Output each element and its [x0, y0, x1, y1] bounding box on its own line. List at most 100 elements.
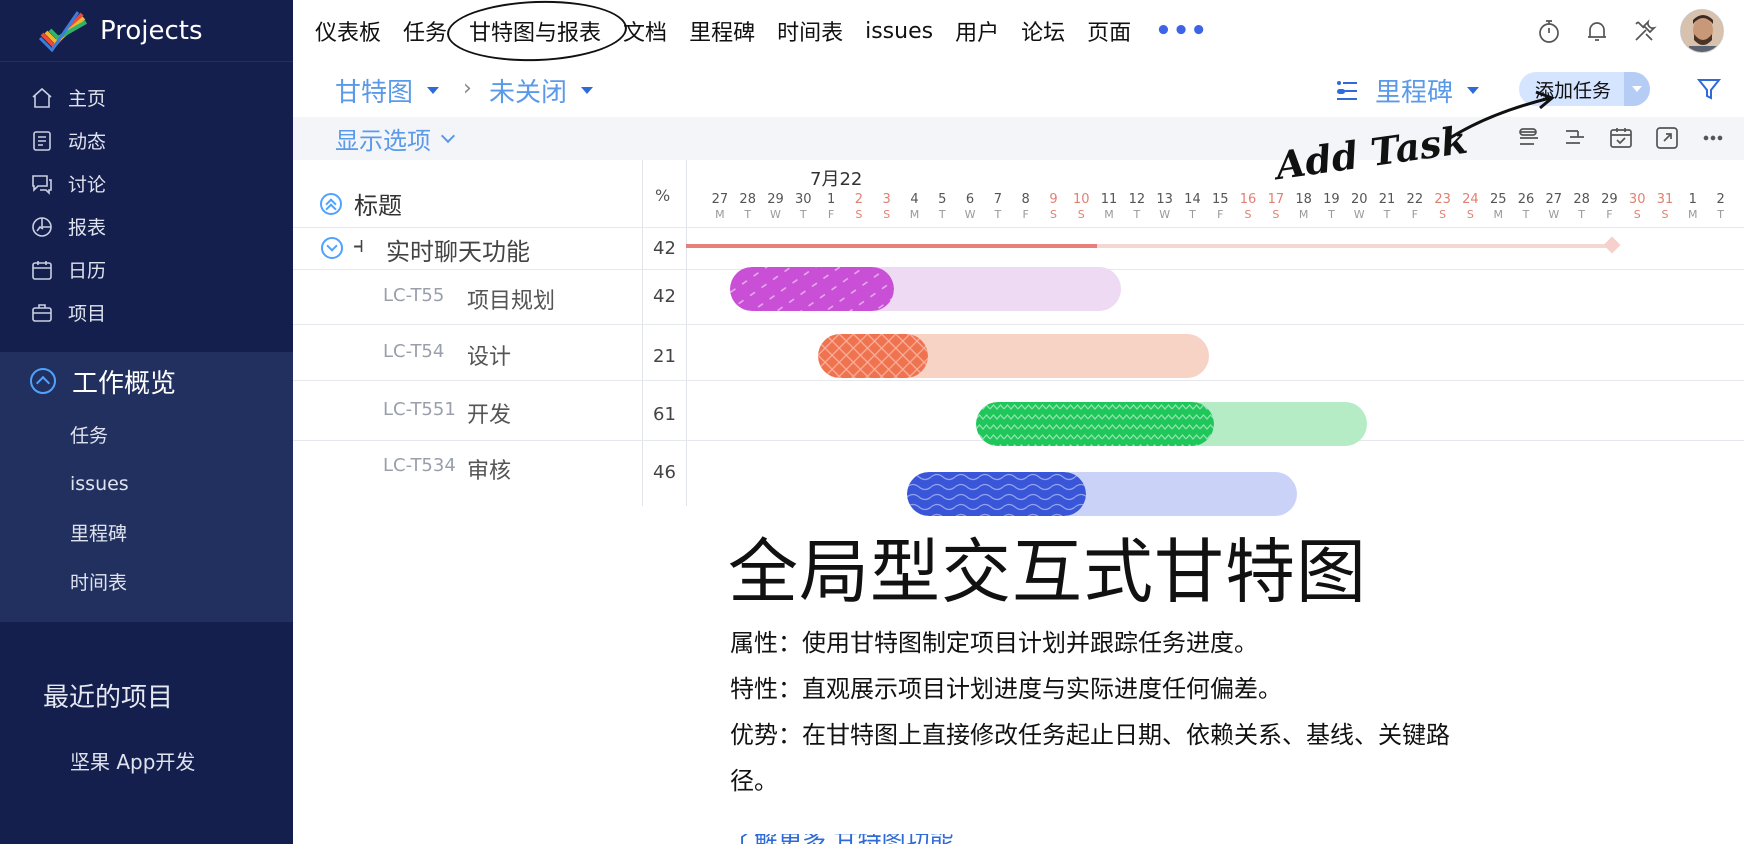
status-filter-selector[interactable]: 未关闭 — [489, 72, 594, 109]
timeline-day: 30 S — [1623, 192, 1651, 222]
status-filter-label: 未关闭 — [489, 78, 568, 108]
tab-issues[interactable]: issues — [865, 19, 933, 44]
gantt-task-row[interactable]: LC-T551 开发 61 — [293, 385, 686, 441]
day-number: 2 — [854, 192, 864, 207]
gantt-task-row[interactable]: LC-T534 审核 46 — [293, 442, 686, 498]
day-number: 28 — [739, 192, 756, 207]
day-number: 27 — [1545, 192, 1563, 207]
gantt-task-row[interactable]: LC-T55 项目规划 42 — [293, 272, 686, 328]
add-task-dropdown-icon[interactable] — [1624, 72, 1650, 106]
day-number: 1 — [826, 192, 836, 207]
collapse-all-icon[interactable] — [320, 192, 342, 215]
sidebar-subitem-timesheet[interactable]: 时间表 — [0, 557, 293, 606]
weekday-letter: T — [744, 208, 752, 221]
weekday-letter: S — [1633, 208, 1641, 221]
day-number: 4 — [910, 192, 919, 207]
sidebar-item-calendar[interactable]: 日历 — [0, 248, 293, 291]
sidebar-item-label: 动态 — [68, 131, 107, 153]
critical-path-icon[interactable] — [1562, 125, 1588, 151]
sidebar-item-projects[interactable]: 项目 — [0, 291, 293, 334]
expand-icon[interactable] — [1654, 125, 1680, 151]
caret-down-icon — [427, 87, 440, 94]
tools-icon[interactable] — [1632, 18, 1658, 44]
timeline-day: 28 T — [734, 192, 762, 222]
milestone-diamond-icon[interactable] — [1603, 236, 1621, 254]
timeline-day: 20 W — [1345, 192, 1373, 222]
task-percent: 21 — [653, 346, 676, 367]
learn-more-label: 了解更多 甘特图功能 — [730, 834, 1060, 844]
tab-documents[interactable]: 文档 — [623, 15, 667, 47]
day-number: 12 — [1128, 192, 1146, 207]
sidebar-subitem-milestones[interactable]: 里程碑 — [0, 508, 293, 557]
gantt-parent-row[interactable]: ⫞ 实时聊天功能 42 — [293, 228, 686, 269]
task-name: 项目规划 — [467, 289, 556, 314]
task-code: LC-T551 — [383, 399, 456, 420]
sidebar-item-feed[interactable]: 动态 — [0, 119, 293, 162]
tab-dashboard[interactable]: 仪表板 — [315, 15, 381, 47]
day-number: 5 — [938, 192, 947, 207]
day-number: 30 — [1628, 192, 1646, 207]
timeline-day: 27 M — [706, 192, 734, 222]
view-selector[interactable]: 甘特图 — [335, 72, 440, 109]
tab-tasks[interactable]: 任务 — [403, 15, 447, 47]
user-avatar[interactable] — [1680, 9, 1724, 53]
recent-project-item[interactable]: 坚果 App开发 — [70, 746, 195, 775]
milestone-icon: ⫞ — [353, 233, 365, 258]
task-progress-design — [818, 334, 928, 378]
weekday-letter: T — [799, 208, 807, 221]
day-number: 22 — [1406, 192, 1424, 207]
weekday-letter: M — [1104, 208, 1114, 221]
weekday-letter: F — [1022, 208, 1029, 221]
sidebar-item-home[interactable]: 主页 — [0, 76, 293, 119]
more-tabs-button[interactable]: ••• — [1155, 16, 1208, 46]
day-number: 19 — [1323, 192, 1340, 207]
task-code: LC-T54 — [383, 341, 445, 362]
timeline-day: 15 F — [1206, 192, 1234, 222]
day-number: 21 — [1378, 192, 1396, 207]
timeline-day: 6W — [956, 192, 984, 222]
app-name: Projects — [100, 15, 203, 46]
calendar-view-icon[interactable] — [1608, 125, 1634, 151]
tab-milestones[interactable]: 里程碑 — [689, 15, 755, 47]
learn-more-link[interactable]: 了解更多 甘特图功能 — [730, 834, 1060, 844]
gantt-task-row[interactable]: LC-T54 设计 21 — [293, 328, 686, 384]
sidebar-item-discussion[interactable]: 讨论 — [0, 162, 293, 205]
work-overview-toggle[interactable]: 工作概览 — [0, 352, 293, 410]
tab-users[interactable]: 用户 — [955, 15, 999, 47]
sidebar-item-label: 主页 — [68, 88, 107, 110]
timeline-day: 10 S — [1067, 192, 1095, 222]
day-number: 20 — [1350, 192, 1368, 207]
display-options-button[interactable]: 显示选项 — [335, 121, 456, 156]
tab-timesheet[interactable]: 时间表 — [777, 15, 843, 47]
collapse-icon[interactable] — [321, 237, 343, 259]
weekday-letter: M — [1493, 208, 1503, 221]
weekday-letter: T — [1328, 208, 1335, 221]
milestone-toggle-icon — [1337, 80, 1357, 100]
more-options-icon[interactable] — [1700, 125, 1726, 151]
timeline-day: 16 S — [1234, 192, 1262, 222]
sidebar-subitem-tasks[interactable]: 任务 — [0, 410, 293, 459]
parent-summary-progress — [686, 244, 1097, 248]
brand[interactable]: Projects — [0, 0, 293, 62]
task-progress-planning — [730, 267, 894, 311]
timeline-day: 22 F — [1401, 192, 1429, 222]
gantt-header-title: 标题 — [320, 186, 402, 221]
timeline-day: 29 F — [1596, 192, 1624, 222]
timeline-day: 24 S — [1457, 192, 1485, 222]
tab-pages[interactable]: 页面 — [1087, 15, 1131, 47]
timeline-day: 30 T — [789, 192, 817, 222]
sidebar-item-report[interactable]: 报表 — [0, 205, 293, 248]
timeline-day: 25 M — [1484, 192, 1512, 222]
chevron-down-icon — [440, 128, 456, 143]
tab-forums[interactable]: 论坛 — [1021, 15, 1065, 47]
recent-projects-title: 最近的项目 — [43, 683, 174, 713]
filter-icon[interactable] — [1696, 76, 1722, 102]
tab-gantt-reports[interactable]: 甘特图与报表 — [469, 15, 601, 47]
day-number: 23 — [1434, 192, 1451, 207]
day-number: 11 — [1100, 192, 1118, 207]
timer-icon[interactable] — [1536, 18, 1562, 44]
timeline-day: 27 W — [1540, 192, 1568, 222]
sidebar-subitem-issues[interactable]: issues — [0, 459, 293, 508]
timeline-day: 13 W — [1151, 192, 1179, 222]
bell-icon[interactable] — [1584, 18, 1610, 44]
